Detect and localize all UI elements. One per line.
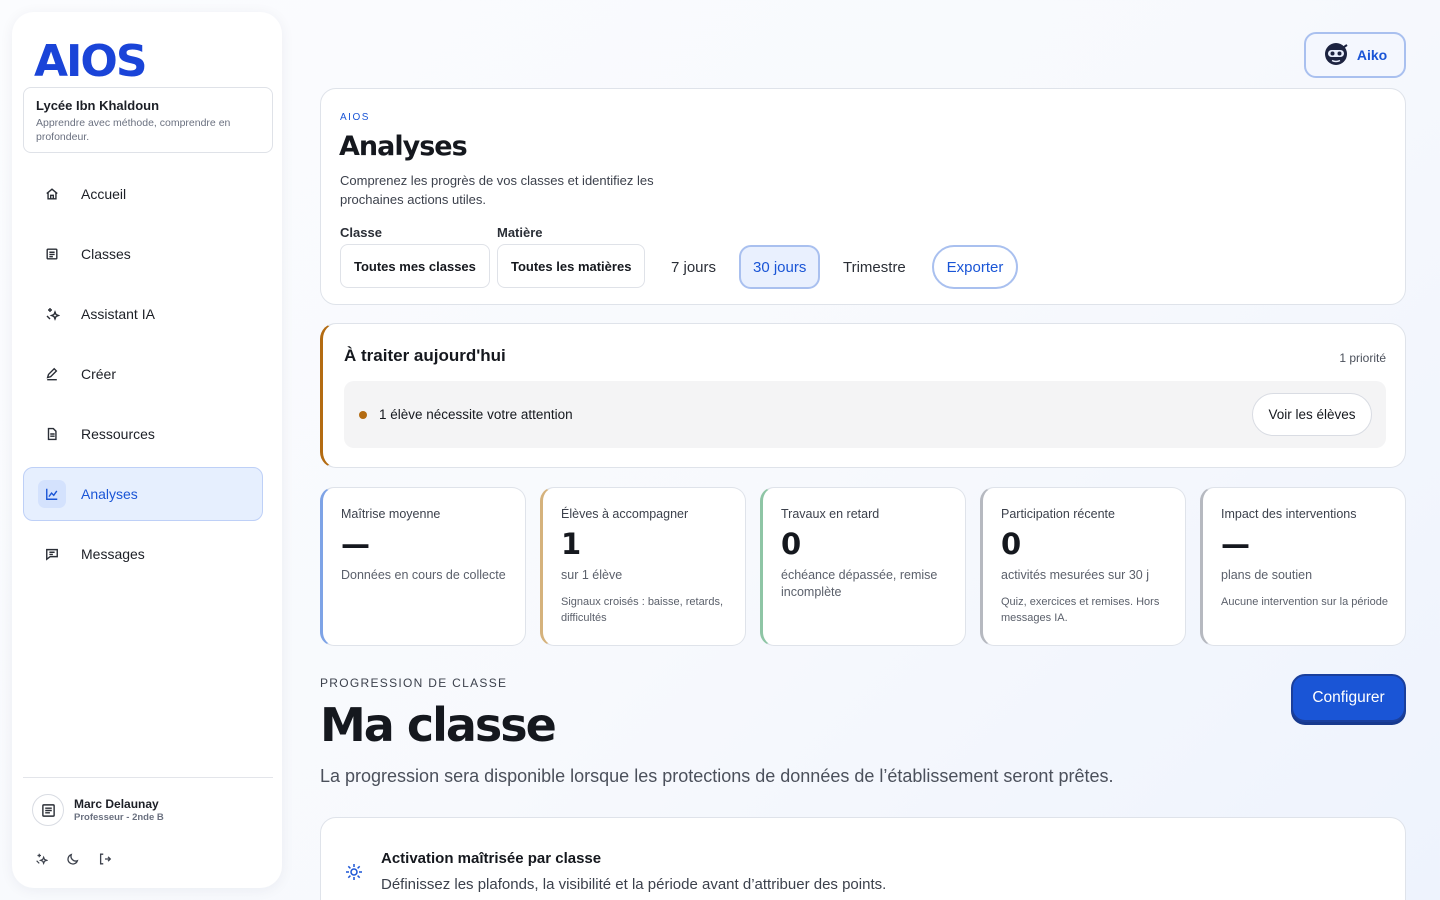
sidebar-item-label: Créer [81, 366, 117, 382]
sidebar-item-classes[interactable]: Classes [23, 227, 263, 281]
kpi-card-interventions[interactable]: Impact des interventions — plans de sout… [1200, 487, 1406, 646]
period-30-days[interactable]: 30 jours [739, 245, 821, 289]
progression-eyebrow: PROGRESSION DE CLASSE [320, 676, 508, 690]
warning-dot-icon [359, 410, 367, 419]
settings-icon [344, 862, 364, 887]
alert-text: 1 élève nécessite votre attention [379, 407, 573, 422]
kpi-description: échéance dépassée, remise incomplète [781, 568, 938, 599]
period-trimestre[interactable]: Trimestre [843, 245, 906, 289]
kpi-description: sur 1 élève [561, 568, 623, 582]
kpi-card-participation[interactable]: Participation récente 0 activités mesuré… [980, 487, 1186, 646]
kpi-label: Élèves à accompagner [561, 507, 689, 521]
moon-icon[interactable] [64, 850, 82, 868]
kpi-description: plans de soutien [1221, 568, 1313, 582]
kpi-value: — [1221, 527, 1250, 561]
kpi-value: 0 [781, 527, 802, 561]
sidebar-item-analyses[interactable]: Analyses [23, 467, 263, 521]
class-filter-label: Classe [340, 225, 382, 240]
sidebar-nav: Accueil Classes Assistant IA Créer Resso… [23, 167, 263, 587]
kpi-note: Signaux croisés : baisse, retards, diffi… [561, 596, 724, 624]
sidebar-item-label: Ressources [81, 426, 155, 442]
user-profile[interactable]: Marc Delaunay Professeur - 2nde B [32, 794, 164, 826]
today-title: À traiter aujourd'hui [344, 346, 506, 365]
sidebar-item-assistant-ia[interactable]: Assistant IA [23, 287, 263, 341]
user-name: Marc Delaunay [74, 797, 159, 811]
kpi-value: 1 [561, 527, 582, 561]
sparkles-icon [38, 300, 66, 328]
assistant-name: Aiko [1356, 47, 1388, 63]
header-eyebrow: AIOS [340, 112, 370, 123]
kpi-description: activités mesurées sur 30 j [1001, 568, 1149, 582]
kpi-label: Travaux en retard [781, 507, 880, 521]
user-role: Professeur - 2nde B [74, 812, 164, 823]
progression-title: Ma classe [320, 698, 557, 752]
school-card[interactable]: Lycée Ibn Khaldoun Apprendre avec méthod… [23, 87, 273, 153]
activation-card: Activation maîtrisée par classe Définiss… [320, 817, 1406, 900]
pencil-icon [38, 360, 66, 388]
class-filter-select[interactable]: Toutes mes classes [340, 244, 490, 288]
kpi-card-mastery[interactable]: Maîtrise moyenne — Données en cours de c… [320, 487, 526, 646]
sidebar-item-messages[interactable]: Messages [23, 527, 263, 581]
sparkles-icon[interactable] [32, 850, 50, 868]
page-title: Analyses [339, 131, 468, 162]
kpi-value: 0 [1001, 527, 1022, 561]
logout-icon[interactable] [96, 850, 114, 868]
activation-description: Définissez les plafonds, la visibilité e… [381, 876, 887, 893]
priority-count: 1 priorité [1339, 351, 1386, 365]
kpi-value: — [341, 527, 370, 561]
message-icon [38, 540, 66, 568]
kpi-card-students-support[interactable]: Élèves à accompagner 1 sur 1 élève Signa… [540, 487, 746, 646]
document-icon [38, 420, 66, 448]
sidebar-item-ressources[interactable]: Ressources [23, 407, 263, 461]
sidebar: AIOS Lycée Ibn Khaldoun Apprendre avec m… [12, 12, 282, 888]
export-button[interactable]: Exporter [932, 245, 1018, 289]
kpi-label: Participation récente [1001, 507, 1115, 521]
sidebar-divider [23, 777, 273, 778]
robot-icon [1323, 41, 1349, 70]
page-subtitle: Comprenez les progrès de vos classes et … [340, 173, 654, 207]
list-icon [38, 240, 66, 268]
chart-icon [38, 480, 66, 508]
kpi-label: Maîtrise moyenne [341, 507, 441, 521]
kpi-card-late-work[interactable]: Travaux en retard 0 échéance dépassée, r… [760, 487, 966, 646]
kpi-label: Impact des interventions [1221, 507, 1357, 521]
kpi-note: Aucune intervention sur la période [1221, 596, 1388, 608]
sidebar-item-label: Classes [81, 246, 131, 262]
kpi-note: Quiz, exercices et remises. Hors message… [1001, 596, 1160, 624]
see-students-button[interactable]: Voir les élèves [1252, 393, 1372, 436]
analytics-header-card: AIOS Analyses Comprenez les progrès de v… [320, 88, 1406, 305]
attention-alert: 1 élève nécessite votre attention Voir l… [344, 381, 1386, 448]
avatar [32, 794, 64, 826]
home-icon [38, 180, 66, 208]
today-card: À traiter aujourd'hui 1 priorité 1 élève… [320, 323, 1406, 468]
kpi-description: Données en cours de collecte [341, 568, 506, 582]
sidebar-item-accueil[interactable]: Accueil [23, 167, 263, 221]
configure-button[interactable]: Configurer [1291, 674, 1406, 722]
school-motto: Apprendre avec méthode, comprendre en pr… [36, 117, 231, 143]
sidebar-item-label: Accueil [81, 186, 127, 202]
sidebar-tools [32, 850, 114, 868]
assistant-button[interactable]: Aiko [1304, 32, 1406, 78]
activation-title: Activation maîtrisée par classe [381, 850, 602, 867]
sidebar-item-label: Assistant IA [81, 306, 155, 322]
subject-filter-select[interactable]: Toutes les matières [497, 244, 646, 288]
school-name: Lycée Ibn Khaldoun [36, 98, 160, 113]
period-7-days[interactable]: 7 jours [671, 245, 716, 289]
sidebar-item-label: Messages [81, 546, 145, 562]
sidebar-item-label: Analyses [81, 486, 138, 502]
sidebar-item-creer[interactable]: Créer [23, 347, 263, 401]
progression-description: La progression sera disponible lorsque l… [320, 766, 1114, 786]
subject-filter-label: Matière [497, 225, 543, 240]
app-logo[interactable]: AIOS [34, 36, 148, 87]
